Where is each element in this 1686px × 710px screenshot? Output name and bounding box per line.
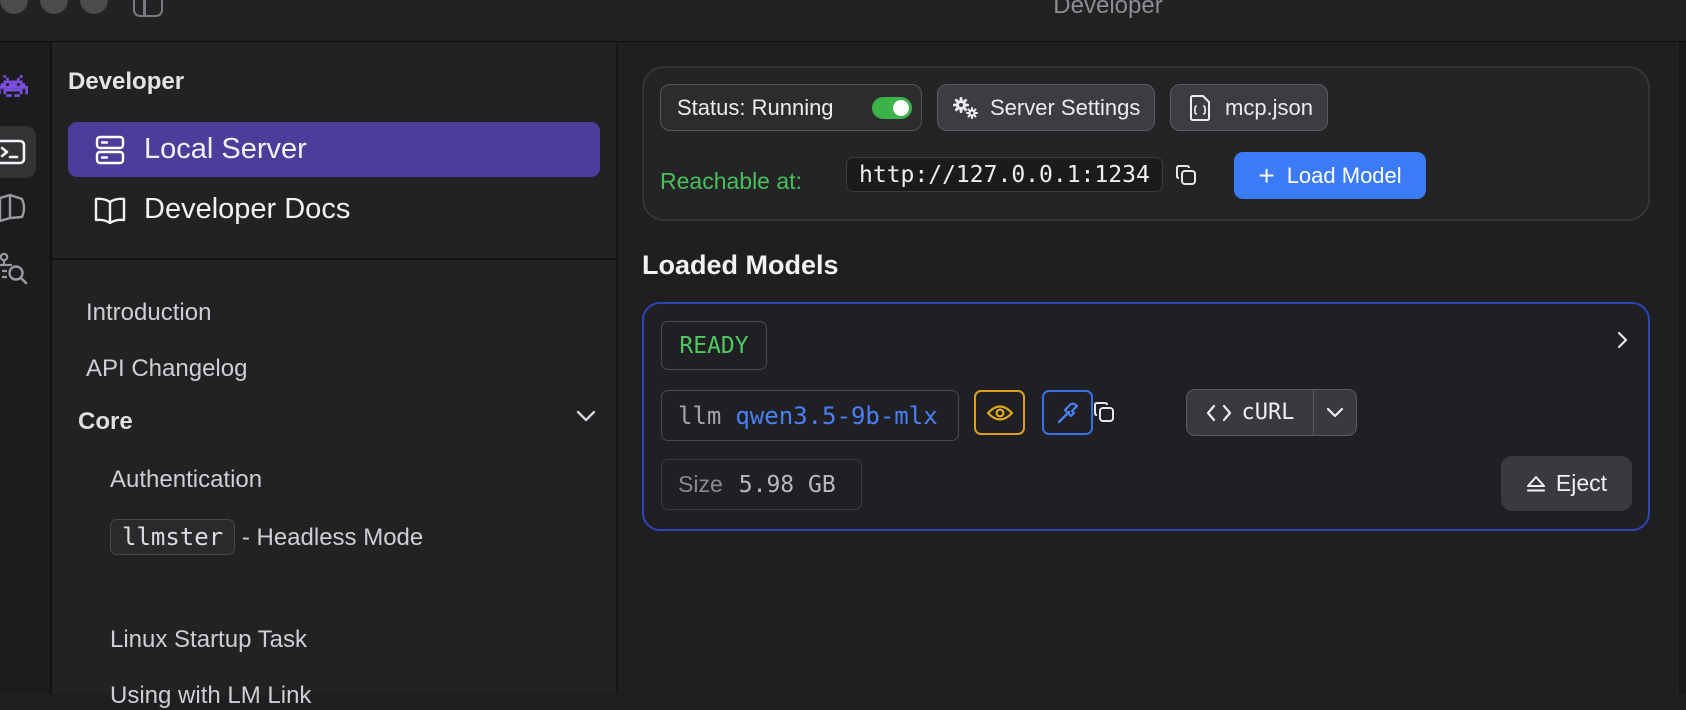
window-title: Developer: [1053, 0, 1163, 19]
size-label: Size: [678, 471, 723, 497]
doc-link-lm-link[interactable]: Using with LM Link: [110, 682, 311, 710]
title-bar: Developer: [0, 0, 1686, 42]
plus-icon: +: [1258, 159, 1275, 191]
model-size: Size 5.98 GB: [661, 459, 862, 510]
nav-developer-docs[interactable]: Developer Docs: [68, 182, 600, 237]
model-identifier[interactable]: llm qwen3.5-9b-mlx: [661, 390, 959, 441]
gears-icon: [953, 96, 978, 119]
chevron-down-icon: [1326, 407, 1344, 417]
doc-link-api-changelog[interactable]: API Changelog: [86, 355, 247, 383]
nav-label: Local Server: [144, 133, 307, 165]
model-type: llm: [678, 401, 722, 430]
icon-rail: [0, 42, 52, 694]
eject-label: Eject: [1555, 470, 1608, 496]
server-status-card: Status: Running Server Settings mcp.json…: [642, 66, 1650, 221]
book-icon: [94, 194, 126, 226]
doc-link-introduction[interactable]: Introduction: [86, 299, 211, 327]
developer-sidebar: Developer Local Server Developer Docs In…: [52, 42, 618, 709]
server-url[interactable]: http://127.0.0.1:1234: [846, 157, 1163, 192]
reachable-label: Reachable at:: [660, 168, 802, 194]
rail-chat-button[interactable]: [0, 60, 36, 112]
status-label: Status: Running: [677, 94, 834, 120]
eject-icon: [1526, 475, 1546, 493]
code-pill-llmster: llmster: [110, 519, 236, 555]
mcp-json-button[interactable]: mcp.json: [1170, 84, 1328, 131]
main-content: Status: Running Server Settings mcp.json…: [618, 42, 1686, 694]
vision-capability-button[interactable]: [974, 390, 1025, 435]
rail-models-button[interactable]: [0, 182, 36, 234]
doc-link-authentication[interactable]: Authentication: [110, 466, 262, 494]
nav-local-server[interactable]: Local Server: [68, 122, 600, 177]
doc-link-suffix: - Headless Mode: [235, 524, 424, 551]
loaded-models-title: Loaded Models: [642, 250, 839, 280]
doc-link-headless-mode[interactable]: llmster - Headless Mode: [110, 519, 423, 555]
server-status-toggle[interactable]: Status: Running: [660, 84, 922, 131]
curl-split-button: cURL: [1186, 389, 1357, 436]
chevron-right-icon: [1617, 331, 1628, 349]
server-settings-button[interactable]: Server Settings: [937, 84, 1155, 131]
copy-url-button[interactable]: [1172, 161, 1200, 189]
section-title: Core: [78, 408, 133, 435]
load-model-button[interactable]: + Load Model: [1234, 152, 1426, 199]
book-map-icon: [0, 193, 26, 223]
curl-dropdown-button[interactable]: [1314, 390, 1356, 435]
curl-label: cURL: [1241, 400, 1295, 425]
expand-model-button[interactable]: [1616, 330, 1630, 355]
eject-button[interactable]: Eject: [1501, 456, 1632, 511]
rail-discover-button[interactable]: [0, 242, 36, 294]
mcp-json-label: mcp.json: [1225, 94, 1314, 120]
tool-use-capability-button[interactable]: [1042, 390, 1093, 435]
copy-model-id-button[interactable]: [1090, 398, 1118, 426]
model-name: qwen3.5-9b-mlx: [735, 401, 938, 430]
copy-icon: [1176, 165, 1196, 185]
search-models-icon: [0, 252, 28, 285]
size-value: 5.98 GB: [738, 471, 836, 498]
sidebar-divider: [52, 258, 616, 260]
loaded-model-card: READY llm qwen3.5-9b-mlx cURL Size 5.98 …: [642, 302, 1650, 531]
curl-button[interactable]: cURL: [1187, 390, 1314, 435]
doc-link-linux-startup[interactable]: Linux Startup Task: [110, 626, 307, 654]
terminal-icon: [0, 139, 26, 165]
chevron-down-icon: [576, 410, 596, 422]
rail-developer-button[interactable]: [0, 126, 36, 178]
space-invader-icon: [0, 75, 28, 97]
sidebar-heading: Developer: [68, 68, 185, 95]
json-file-icon: [1190, 94, 1210, 121]
code-brackets-icon: [1206, 404, 1231, 421]
hammer-icon: [1057, 402, 1078, 423]
copy-icon: [1094, 402, 1114, 422]
window-edge: [1677, 42, 1686, 694]
server-icon: [94, 134, 126, 166]
model-status-badge: READY: [661, 321, 767, 370]
server-settings-label: Server Settings: [990, 94, 1141, 120]
load-model-label: Load Model: [1286, 162, 1402, 188]
nav-label: Developer Docs: [144, 193, 351, 225]
eye-icon: [986, 404, 1013, 421]
section-core-header[interactable]: Core: [78, 408, 598, 436]
status-switch[interactable]: [871, 96, 912, 119]
